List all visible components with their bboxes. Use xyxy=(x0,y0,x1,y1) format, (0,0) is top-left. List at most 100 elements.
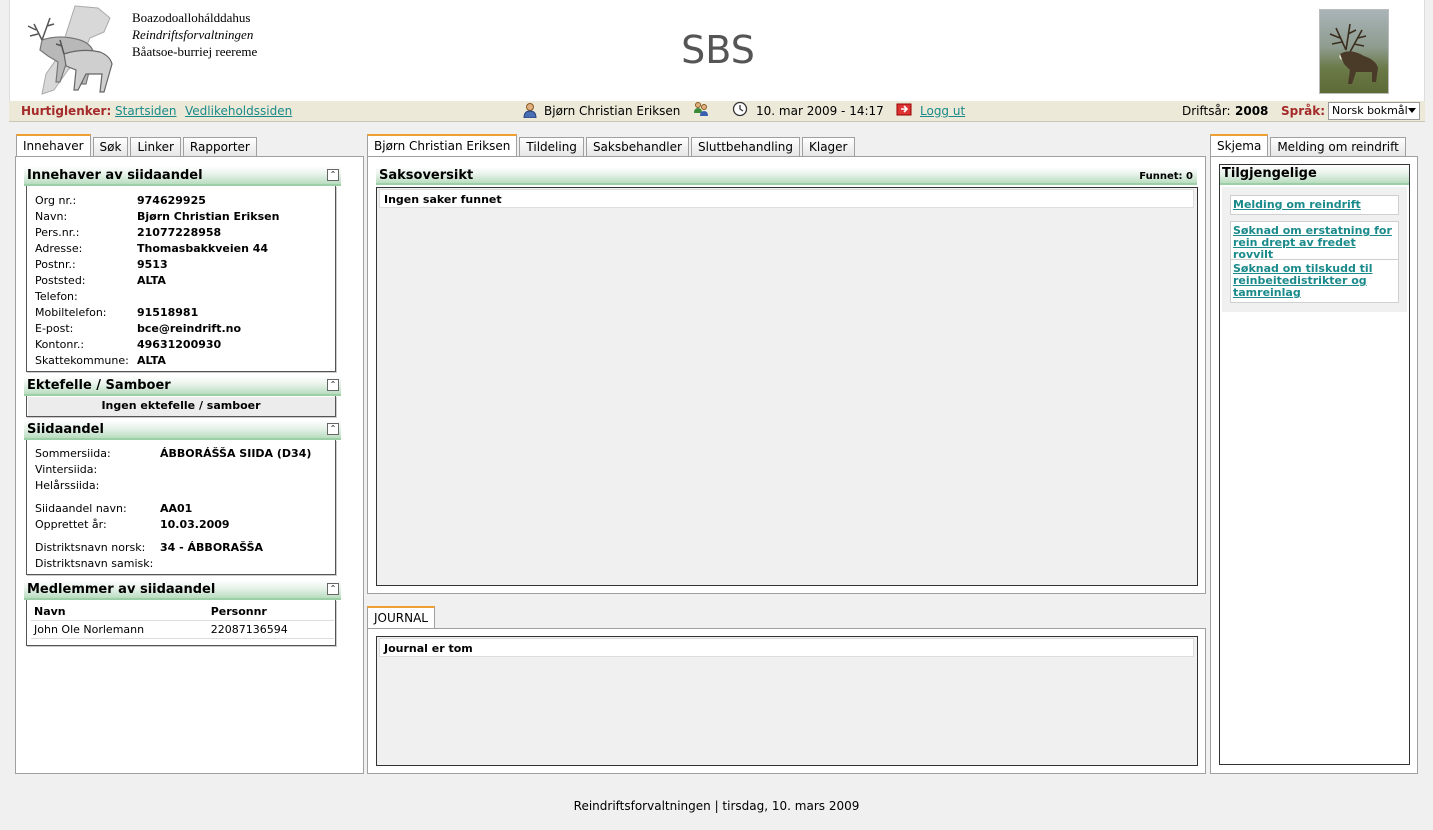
link-startsiden[interactable]: Startsiden xyxy=(115,104,177,118)
field-row: E-post: bce@reindrift.no xyxy=(35,322,241,335)
cases-panel: Saksoversikt Funnet: 0 Ingen saker funne… xyxy=(367,156,1206,594)
field-value: 9513 xyxy=(137,258,168,271)
cases-list: Ingen saker funnet xyxy=(376,187,1198,586)
tab-tildeling[interactable]: Tildeling xyxy=(519,137,584,156)
field-label: Postnr.: xyxy=(35,258,76,271)
tab-sok[interactable]: Søk xyxy=(92,137,129,156)
form-card: Søknad om tilskudd til reinbeitedistrikt… xyxy=(1230,259,1399,303)
field-value: Thomasbakkveien 44 xyxy=(137,242,269,255)
form-link-erstatning-rovvilt[interactable]: Søknad om erstatning for rein drept av f… xyxy=(1233,225,1396,261)
tab-journal[interactable]: JOURNAL xyxy=(367,606,435,628)
field-label: Poststed: xyxy=(35,274,86,287)
tab-sluttbehandling[interactable]: Sluttbehandling xyxy=(690,137,800,156)
field-value: ALTA xyxy=(137,354,166,367)
collapse-icon[interactable]: ⌃ xyxy=(327,169,339,181)
center-tab-bar: Bjørn Christian Eriksen Tildeling Saksbe… xyxy=(367,134,857,156)
field-label: E-post: xyxy=(35,322,74,335)
column-header-navn: Navn xyxy=(31,603,208,621)
collapse-icon[interactable]: ⌃ xyxy=(327,423,339,435)
cases-found-count: Funnet: 0 xyxy=(1139,171,1193,182)
language-selected-value: Norsk bokmål xyxy=(1332,104,1408,117)
spouse-empty-message: Ingen ektefelle / samboer xyxy=(101,399,261,412)
tab-skjema[interactable]: Skjema xyxy=(1210,134,1269,156)
link-vedlikeholdssiden[interactable]: Vedlikeholdssiden xyxy=(185,104,292,118)
chevron-down-icon xyxy=(1408,108,1416,113)
field-row: Vintersiida: xyxy=(35,463,160,476)
field-row: Skattekommune: ALTA xyxy=(35,354,166,367)
section-header-members: Medlemmer av siidaandel ⌃ xyxy=(24,580,341,600)
journal-panel: Journal er tom xyxy=(367,628,1206,774)
cases-header: Saksoversikt Funnet: 0 xyxy=(376,167,1197,185)
language-label: Språk: xyxy=(1281,104,1326,118)
quick-links-label: Hurtiglenker: xyxy=(21,104,112,118)
logout-link[interactable]: Logg ut xyxy=(920,104,965,118)
field-value: Bjørn Christian Eriksen xyxy=(137,210,280,223)
app-title: SBS xyxy=(681,28,755,72)
field-label: Navn: xyxy=(35,210,68,223)
tab-linker[interactable]: Linker xyxy=(130,137,181,156)
table-header-row: Navn Personnr xyxy=(31,603,334,621)
section-title: Medlemmer av siidaandel xyxy=(27,582,216,597)
current-user-name: Bjørn Christian Eriksen xyxy=(544,104,681,118)
forms-panel: Tilgjengelige Melding om reindrift Søkna… xyxy=(1210,156,1418,774)
field-row: Telefon: xyxy=(35,290,137,303)
user-icon xyxy=(522,102,538,119)
footer: Reindriftsforvaltningen | tirsdag, 10. m… xyxy=(573,799,860,813)
logout-icon[interactable] xyxy=(896,101,912,117)
section-header-owner: Innehaver av siidaandel ⌃ xyxy=(24,166,341,186)
collapse-icon[interactable]: ⌃ xyxy=(327,583,339,595)
field-label: Telefon: xyxy=(35,290,78,303)
column-header-personnr: Personnr xyxy=(207,603,334,621)
field-label: Sommersiida: xyxy=(35,447,111,460)
tab-klager[interactable]: Klager xyxy=(802,137,855,156)
members-table-container: Navn Personnr John Ole Norlemann 2208713… xyxy=(26,600,336,646)
form-link-melding-om-reindrift[interactable]: Melding om reindrift xyxy=(1233,199,1396,211)
tab-owner-name[interactable]: Bjørn Christian Eriksen xyxy=(367,134,518,156)
field-label: Kontonr.: xyxy=(35,338,85,351)
left-tab-bar: Innehaver Søk Linker Rapporter xyxy=(16,134,259,156)
forms-box: Tilgjengelige Melding om reindrift Søkna… xyxy=(1219,164,1410,765)
tab-innehaver[interactable]: Innehaver xyxy=(16,134,91,156)
field-row: Distriktsnavn norsk: 34 - ÁBBORAŠŠA xyxy=(35,541,263,554)
field-row: Pers.nr.: 21077228958 xyxy=(35,226,221,239)
form-link-tilskudd-reinbeitedistrikter[interactable]: Søknad om tilskudd til reinbeitedistrikt… xyxy=(1233,263,1396,299)
field-row: Poststed: ALTA xyxy=(35,274,166,287)
left-panel: Innehaver av siidaandel ⌃ Org nr.: 974629… xyxy=(15,156,364,774)
field-row: Navn: Bjørn Christian Eriksen xyxy=(35,210,279,223)
reindeer-photo xyxy=(1319,9,1389,94)
field-row: Mobiltelefon: 91518981 xyxy=(35,306,198,319)
section-title: Siidaandel xyxy=(27,422,104,437)
form-card: Melding om reindrift xyxy=(1230,195,1399,215)
field-row: Distriktsnavn samisk: xyxy=(35,557,160,570)
field-row: Sommersiida: ÁBBORÁŠŠA SIIDA (D34) xyxy=(35,447,311,460)
tab-rapporter[interactable]: Rapporter xyxy=(182,137,257,156)
owner-details: Org nr.: 974629925 Navn: Bjørn Christian E… xyxy=(26,186,336,372)
language-select[interactable]: Norsk bokmål xyxy=(1328,102,1420,120)
collapse-icon[interactable]: ⌃ xyxy=(327,379,339,391)
cases-empty-message: Ingen saker funnet xyxy=(379,189,1194,208)
forms-title: Tilgjengelige xyxy=(1220,165,1409,185)
field-row: Helårssiida: xyxy=(35,479,160,492)
table-row[interactable]: John Ole Norlemann 22087136594 xyxy=(31,620,334,639)
members-table: Navn Personnr John Ole Norlemann 2208713… xyxy=(31,603,334,639)
member-personnr: 22087136594 xyxy=(207,620,334,639)
field-label: Distriktsnavn norsk: xyxy=(35,541,146,554)
journal-empty-message: Journal er tom xyxy=(379,638,1194,657)
field-row: Postnr.: 9513 xyxy=(35,258,168,271)
field-value: 974629925 xyxy=(137,194,206,207)
field-label: Helårssiida: xyxy=(35,479,100,492)
users-switch-icon[interactable] xyxy=(693,101,709,117)
right-tab-bar: Skjema Melding om reindrift xyxy=(1210,134,1408,156)
field-value: 21077228958 xyxy=(137,226,222,239)
field-value: ALTA xyxy=(137,274,166,287)
driftsar-value: 2008 xyxy=(1235,104,1269,118)
field-value: 34 - ÁBBORAŠŠA xyxy=(160,541,264,554)
field-row: Opprettet år: 10.03.2009 xyxy=(35,518,230,531)
app-header: Boazodoallohálddahus Reindriftsforvaltni… xyxy=(9,0,1425,101)
section-header-spouse: Ektefelle / Samboer ⌃ xyxy=(24,376,341,396)
tab-melding-om-reindrift[interactable]: Melding om reindrift xyxy=(1270,137,1406,156)
siida-details: Sommersiida: ÁBBORÁŠŠA SIIDA (D34) Vinter… xyxy=(26,440,336,575)
tab-saksbehandler[interactable]: Saksbehandler xyxy=(585,137,689,156)
field-label: Mobiltelefon: xyxy=(35,306,107,319)
field-label: Vintersiida: xyxy=(35,463,98,476)
